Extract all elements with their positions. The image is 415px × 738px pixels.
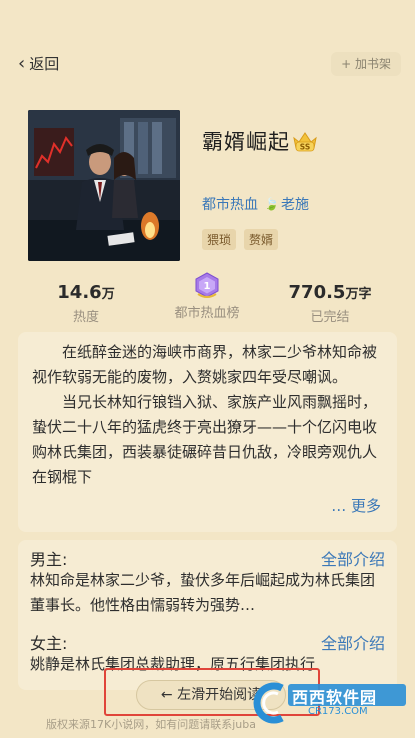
female-lead-full-intro-link[interactable]: 全部介绍 [321, 630, 385, 654]
popularity-value: 14.6万 [57, 282, 115, 303]
popularity-stat: 14.6万 热度 [56, 282, 116, 325]
male-lead-text: 林知命是林家二少爷，蛰伏多年后崛起成为林氏集团董事长。他性格由懦弱转为强势… [30, 571, 376, 614]
female-lead-header: 女主: 全部介绍 [18, 624, 397, 654]
tag-item[interactable]: 赘婿 [244, 229, 279, 250]
back-button[interactable]: ‹ 返回 [18, 53, 59, 74]
word-count-value: 770.5万字 [288, 282, 372, 303]
synopsis-card: 在纸醉金迷的海峡市商界，林家二少爷林知命被视作软弱无能的废物，入赘姚家四年受尽嘲… [18, 332, 397, 532]
ss-crown-badge-icon: SS [292, 130, 318, 152]
stats-row: 14.6万 热度 1 都市热血榜 770.5万字 已完结 [0, 272, 415, 325]
rank-number: 1 [204, 281, 211, 292]
book-meta: 都市热血 🍃 老施 [202, 194, 309, 214]
book-cover[interactable] [28, 110, 180, 261]
copyright-text: 版权来源17K小说网，如有问题请联系juba [46, 718, 256, 731]
leaf-icon: 🍃 [264, 197, 279, 211]
synopsis-paragraph: 在纸醉金迷的海峡市商界，林家二少爷林知命被视作软弱无能的废物，入赘姚家四年受尽嘲… [32, 343, 378, 386]
tag-list: 猥琐 赘婿 [202, 229, 279, 250]
male-lead-label: 男主: [30, 550, 68, 569]
rank-stat[interactable]: 1 都市热血榜 [164, 272, 250, 321]
synopsis-paragraph: 当兄长林知行锒铛入狱、家族产业风雨飘摇时，蛰伏二十八年的猛虎终于亮出獠牙——十个… [32, 393, 378, 486]
cover-illustration [28, 110, 180, 261]
tag-item[interactable]: 猥琐 [202, 229, 237, 250]
male-lead-header: 男主: 全部介绍 [18, 540, 397, 570]
watermark-logo: 西西软件园 CR173.COM [248, 682, 408, 724]
watermark-domain: CR173.COM [308, 706, 368, 717]
more-link[interactable]: … 更多 [327, 495, 381, 516]
author-link[interactable]: 老施 [281, 194, 309, 214]
completion-status: 已完结 [310, 310, 350, 325]
word-count-stat: 770.5万字 已完结 [284, 282, 376, 325]
chevron-left-icon: ‹ [18, 52, 26, 74]
rank-label: 都市热血榜 [174, 306, 240, 321]
back-label: 返回 [29, 55, 60, 73]
add-to-shelf-button[interactable]: + 加书架 [331, 52, 401, 76]
watermark-brand: 西西软件园 [292, 688, 378, 707]
popularity-label: 热度 [72, 310, 99, 325]
book-title-row: 霸婿崛起 SS [202, 126, 318, 156]
top-bar: ‹ 返回 + 加书架 [0, 50, 415, 80]
rank-medal-icon: 1 [194, 272, 220, 298]
female-lead-label: 女主: [30, 634, 68, 653]
book-title: 霸婿崛起 [202, 130, 290, 154]
male-lead-full-intro-link[interactable]: 全部介绍 [321, 546, 385, 570]
ss-badge-text: SS [300, 143, 310, 152]
category-link[interactable]: 都市热血 [202, 194, 258, 214]
